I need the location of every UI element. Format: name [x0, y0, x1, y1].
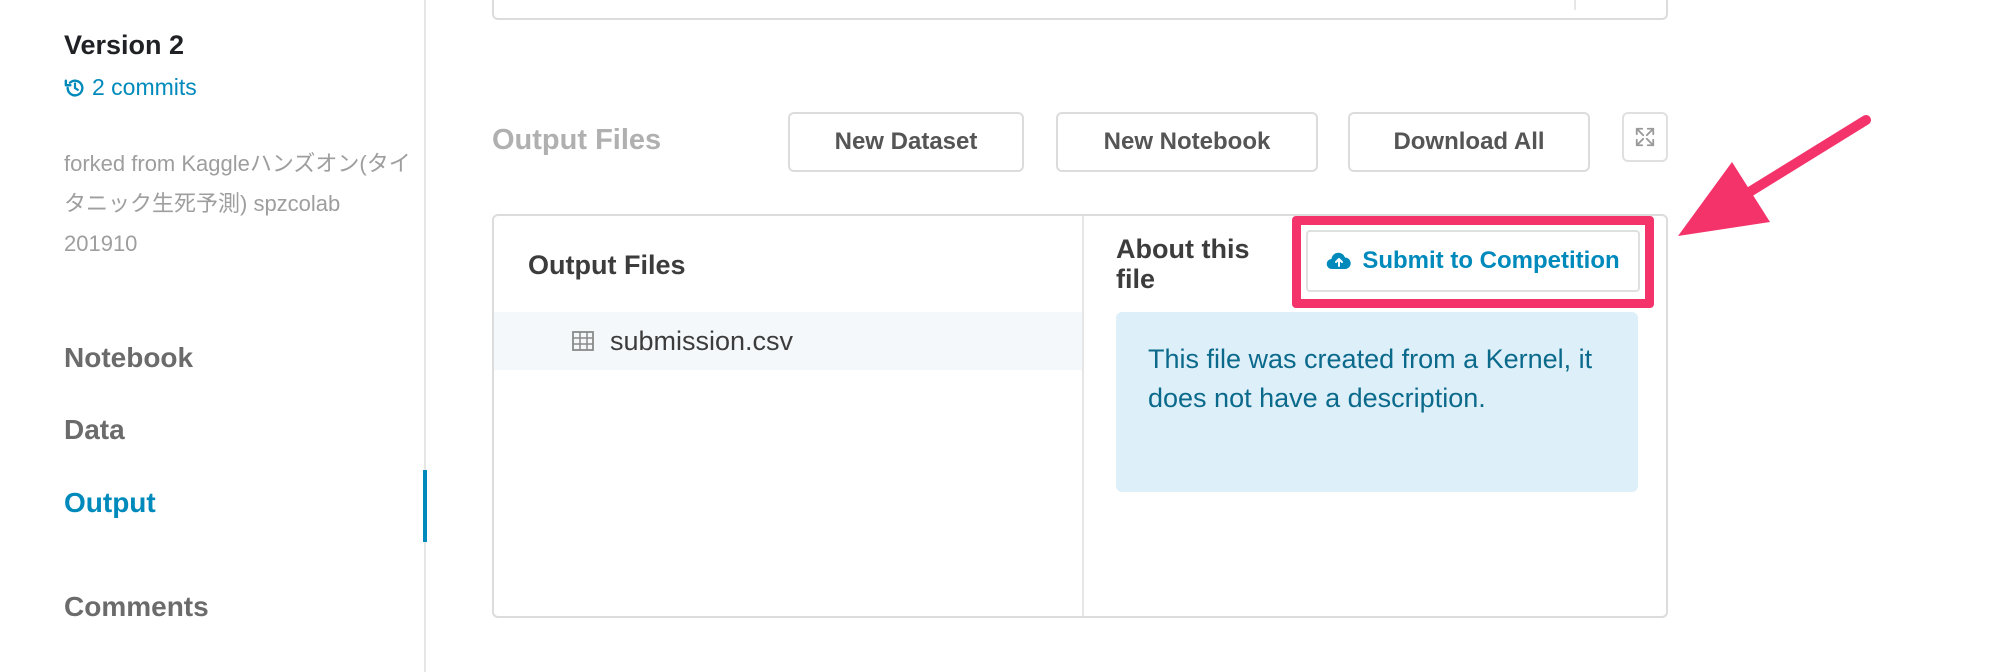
forked-from-text: forked from Kaggleハンズオン(タイタニック生死予測) spzc…	[64, 151, 411, 256]
new-notebook-button[interactable]: New Notebook	[1056, 112, 1318, 172]
table-icon	[572, 331, 594, 351]
commits-link[interactable]: 2 commits	[64, 74, 197, 101]
output-files-panel: Output Files submission.csv About this f…	[492, 214, 1668, 618]
commits-label: 2 commits	[92, 74, 197, 100]
expand-icon	[1635, 127, 1655, 147]
nav-item-notebook[interactable]: Notebook	[64, 342, 193, 374]
file-description: This file was created from a Kernel, it …	[1116, 312, 1638, 492]
card-divider	[1574, 0, 1576, 10]
nav-item-data[interactable]: Data	[64, 414, 125, 446]
about-file-heading: About this file	[1116, 234, 1250, 294]
cloud-upload-icon	[1327, 252, 1352, 270]
output-section-title: Output Files	[492, 124, 662, 156]
annotation-arrow	[1678, 115, 1871, 236]
new-dataset-button[interactable]: New Dataset	[788, 112, 1024, 172]
history-icon	[64, 78, 84, 97]
active-nav-indicator	[423, 470, 427, 542]
submit-to-competition-button[interactable]: Submit to Competition	[1306, 230, 1640, 292]
file-name: submission.csv	[610, 325, 794, 356]
files-heading: Output Files	[528, 250, 686, 280]
nav-item-comments[interactable]: Comments	[64, 591, 209, 623]
file-list-item[interactable]: submission.csv	[494, 312, 1082, 370]
submit-label: Submit to Competition	[1362, 247, 1620, 274]
previous-section-card	[492, 0, 1668, 20]
sidebar: Version 2 2 commits forked from Kaggleハン…	[0, 0, 427, 672]
panel-divider	[1082, 216, 1084, 616]
version-title: Version 2	[64, 30, 185, 60]
download-all-button[interactable]: Download All	[1348, 112, 1590, 172]
nav-item-output[interactable]: Output	[64, 487, 156, 519]
